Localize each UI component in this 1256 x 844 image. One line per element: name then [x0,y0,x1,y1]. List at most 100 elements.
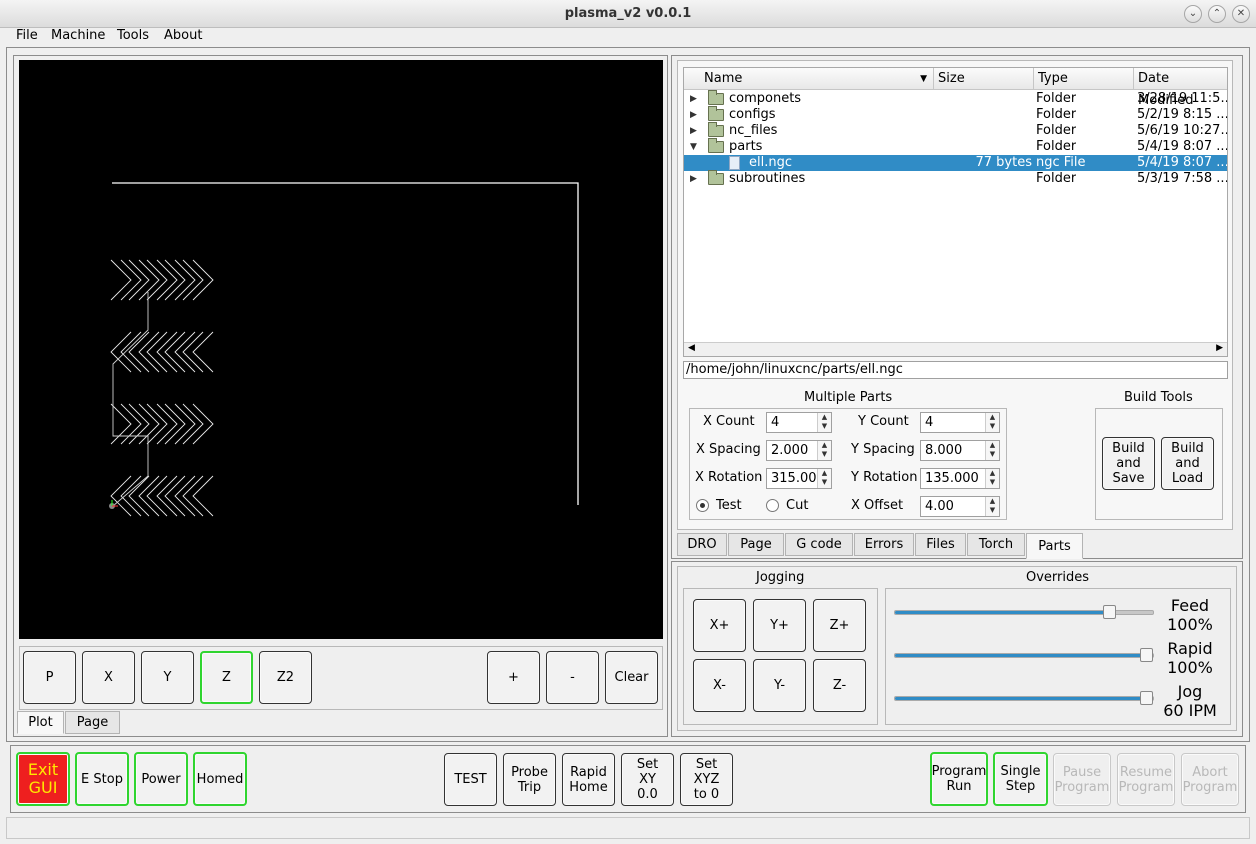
file-row-selected[interactable]: ell.ngc 77 bytes ngc File 5/4/19 8:07 ..… [684,155,1227,171]
view-y-button[interactable]: Y [141,651,194,704]
x-spacing-label: X Spacing [696,442,761,457]
tab-page[interactable]: Page [65,711,120,734]
expand-arrow-icon[interactable]: ▶ [690,171,697,187]
test-radio[interactable] [696,499,709,512]
estop-button[interactable]: E Stop [75,752,129,806]
slider-handle[interactable] [1140,691,1153,705]
status-bar [6,817,1250,839]
scroll-right-icon[interactable]: ▶ [1216,343,1223,353]
build-and-load-button[interactable]: Build and Load [1161,437,1214,490]
tab-page-right[interactable]: Page [728,533,784,556]
title-bar: plasma_v2 v0.0.1 ⌄ ⌃ ✕ [0,0,1256,28]
file-path-field[interactable]: /home/john/linuxcnc/parts/ell.ngc [683,361,1228,379]
power-button[interactable]: Power [134,752,188,806]
jogging-title: Jogging [756,570,805,585]
tab-parts[interactable]: Parts [1026,533,1083,559]
menu-machine[interactable]: Machine [51,28,105,43]
jog-z-plus-button[interactable]: Z+ [813,599,866,652]
zoom-out-button[interactable]: - [546,651,599,704]
single-step-button[interactable]: Single Step [993,752,1048,806]
collapse-arrow-icon[interactable]: ▼ [690,139,697,155]
abort-program-button[interactable]: Abort Program [1181,753,1239,806]
file-tree[interactable]: Name ▼ Size Type Date Modified ▶ componet… [683,67,1228,357]
resume-program-button[interactable]: Resume Program [1117,753,1175,806]
test-button[interactable]: TEST [444,753,497,806]
x-offset-input[interactable]: 4.00 ▲ ▼ [920,496,1000,517]
col-type[interactable]: Type [1034,68,1134,90]
file-row[interactable]: ▶ nc_files Folder 5/6/19 10:27... [684,122,1227,139]
jog-x-plus-button[interactable]: X+ [693,599,746,652]
rapid-override-label: Rapid 100% [1167,639,1213,677]
tab-gcode[interactable]: G code [785,533,853,556]
x-rotation-label: X Rotation [695,470,763,485]
jog-y-plus-button[interactable]: Y+ [753,599,806,652]
set-xy-zero-button[interactable]: Set XY 0.0 [621,753,674,806]
menu-file[interactable]: File [16,28,38,43]
folder-icon [708,106,724,121]
parts-pattern [110,259,214,517]
pause-program-button[interactable]: Pause Program [1053,753,1111,806]
exit-gui-button[interactable]: Exit GUI [16,752,70,806]
minimize-button[interactable]: ⌄ [1184,5,1202,23]
col-size[interactable]: Size [934,68,1034,90]
rapid-home-button[interactable]: Rapid Home [562,753,615,806]
zoom-in-button[interactable]: + [487,651,540,704]
file-row[interactable]: ▶ subroutines Folder 5/3/19 7:58 ... [684,170,1227,187]
menu-about[interactable]: About [164,28,202,43]
folder-icon [708,122,724,137]
y-count-input[interactable]: 4 ▲ ▼ [920,412,1000,433]
cut-radio[interactable] [766,499,779,512]
slider-handle[interactable] [1140,648,1153,662]
close-button[interactable]: ✕ [1232,5,1250,23]
menu-bar: File Machine Tools About [6,28,1250,46]
y-spacing-input[interactable]: 8.000 ▲ ▼ [920,440,1000,461]
window-title: plasma_v2 v0.0.1 [564,6,692,21]
col-name[interactable]: Name ▼ [684,68,934,90]
maximize-button[interactable]: ⌃ [1208,5,1226,23]
expand-arrow-icon[interactable]: ▶ [690,123,697,139]
tab-torch[interactable]: Torch [967,533,1025,556]
horizontal-scrollbar[interactable]: ◀ ▶ [684,342,1227,356]
file-row[interactable]: ▼ parts Folder 5/4/19 8:07 ... [684,138,1227,155]
x-count-input[interactable]: 4 ▲ ▼ [766,412,832,433]
file-row[interactable]: ▶ configs Folder 5/2/19 8:15 ... [684,106,1227,123]
file-row[interactable]: ▶ componets Folder 3/28/19 11:5... [684,90,1227,107]
x-spacing-input[interactable]: 2.000 ▲ ▼ [766,440,832,461]
jog-speed-slider[interactable] [894,691,1154,705]
slider-handle[interactable] [1103,605,1116,619]
build-and-save-button[interactable]: Build and Save [1102,437,1155,490]
multiple-parts-title: Multiple Parts [804,390,893,405]
probe-trip-button[interactable]: Probe Trip [503,753,556,806]
homed-button[interactable]: Homed [193,752,247,806]
col-date[interactable]: Date Modified [1134,68,1227,108]
program-run-button[interactable]: Program Run [930,752,988,806]
toolpath-plot [109,182,579,517]
plot-canvas[interactable] [19,60,663,639]
tab-plot[interactable]: Plot [17,711,64,734]
clear-plot-button[interactable]: Clear [605,651,658,704]
folder-icon [708,90,724,105]
x-rotation-input[interactable]: 315.000 ▲ ▼ [766,468,832,489]
tab-files[interactable]: Files [915,533,966,556]
scroll-left-icon[interactable]: ◀ [688,343,695,353]
view-x-button[interactable]: X [82,651,135,704]
expand-arrow-icon[interactable]: ▶ [690,91,697,107]
view-z2-button[interactable]: Z2 [259,651,312,704]
view-p-button[interactable]: P [23,651,76,704]
feed-override-label: Feed 100% [1167,596,1213,634]
y-rotation-input[interactable]: 135.000 ▲ ▼ [920,468,1000,489]
jog-z-minus-button[interactable]: Z- [813,659,866,712]
menu-tools[interactable]: Tools [117,28,149,43]
view-z-button[interactable]: Z [200,651,253,704]
tab-dro[interactable]: DRO [677,533,727,556]
cut-radio-label: Cut [786,498,809,513]
expand-arrow-icon[interactable]: ▶ [690,107,697,123]
jog-y-minus-button[interactable]: Y- [753,659,806,712]
set-xyz-zero-button[interactable]: Set XYZ to 0 [680,753,733,806]
folder-open-icon [708,138,724,153]
tab-errors[interactable]: Errors [854,533,914,556]
jog-x-minus-button[interactable]: X- [693,659,746,712]
folder-icon [708,170,724,185]
feed-override-slider[interactable] [894,605,1154,619]
rapid-override-slider[interactable] [894,648,1154,662]
